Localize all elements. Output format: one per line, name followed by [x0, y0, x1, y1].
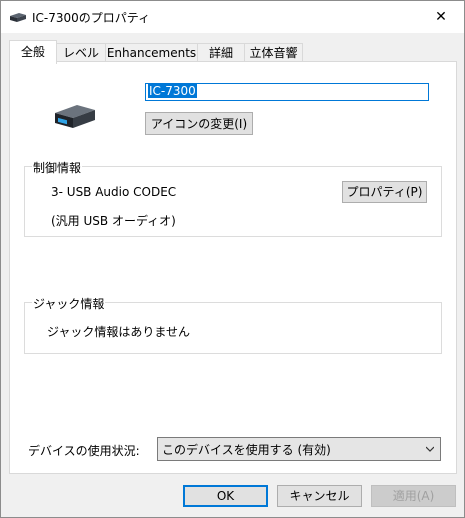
- change-icon-button[interactable]: アイコンの変更(I): [145, 112, 253, 135]
- properties-button[interactable]: プロパティ(P): [342, 181, 427, 203]
- tab-enhancements[interactable]: Enhancements: [105, 43, 198, 63]
- window-title: IC-7300のプロパティ: [32, 11, 151, 25]
- jack-info-legend: ジャック情報: [32, 295, 106, 312]
- controller-device-name: 3- USB Audio CODEC: [51, 185, 177, 199]
- tab-advanced[interactable]: 詳細: [197, 43, 245, 63]
- device-name-input[interactable]: IC-7300: [145, 83, 429, 101]
- chevron-down-icon: [426, 446, 434, 452]
- general-panel: IC-7300 アイコンの変更(I) 制御情報 3- USB Audio COD…: [9, 61, 457, 474]
- properties-window: IC-7300のプロパティ ✕ 全般 レベル Enhancements 詳細 立…: [0, 0, 465, 518]
- tab-general[interactable]: 全般: [9, 40, 57, 64]
- cancel-button[interactable]: キャンセル: [277, 485, 362, 507]
- sound-device-icon: [10, 13, 26, 22]
- controller-info-group: 制御情報 3- USB Audio CODEC (汎用 USB オーディオ) プ…: [24, 159, 442, 237]
- controller-device-subtitle: (汎用 USB オーディオ): [51, 214, 176, 228]
- tab-levels[interactable]: レベル: [56, 43, 106, 63]
- device-usage-label: デバイスの使用状況:: [28, 444, 140, 458]
- usb-audio-device-icon: [55, 105, 95, 128]
- jack-info-group: ジャック情報 ジャック情報はありません: [24, 295, 442, 354]
- device-usage-value: このデバイスを使用する (有効): [162, 443, 331, 457]
- device-name-text: IC-7300: [148, 84, 197, 98]
- device-usage-select[interactable]: このデバイスを使用する (有効): [157, 437, 441, 461]
- jack-info-message: ジャック情報はありません: [47, 325, 191, 339]
- close-icon: ✕: [435, 9, 447, 25]
- apply-button[interactable]: 適用(A): [371, 485, 456, 507]
- tab-spatial-sound[interactable]: 立体音響: [244, 43, 303, 63]
- title-bar: IC-7300のプロパティ ✕: [1, 1, 464, 33]
- controller-info-legend: 制御情報: [32, 159, 83, 176]
- ok-button[interactable]: OK: [183, 485, 268, 507]
- close-button[interactable]: ✕: [418, 1, 464, 33]
